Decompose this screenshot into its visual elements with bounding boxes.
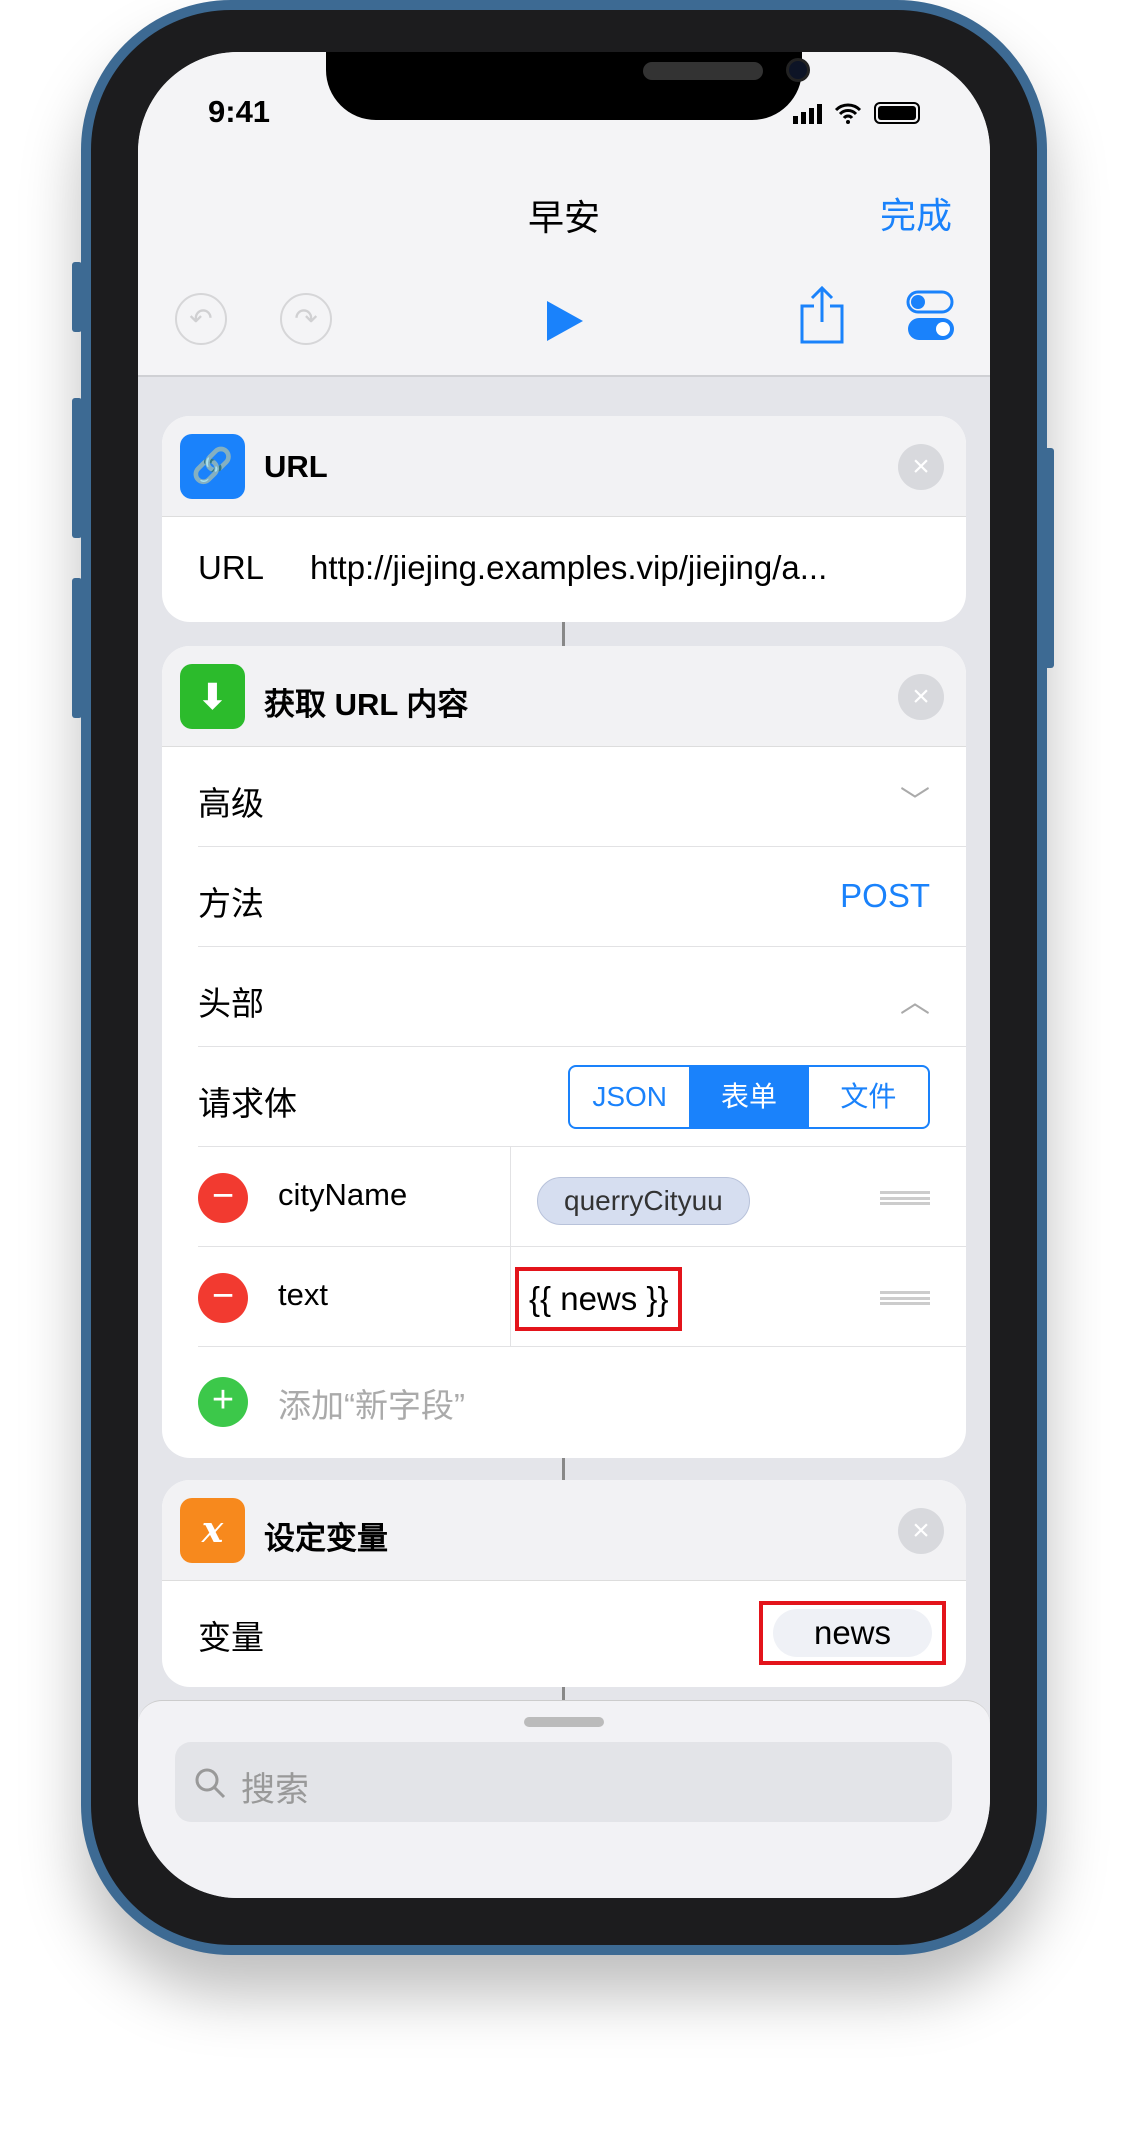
action-title: URL bbox=[264, 449, 328, 484]
download-icon: ⬇ bbox=[180, 664, 245, 729]
action-url[interactable]: 🔗 URL × URL http://jiejing.examples.vip/… bbox=[162, 416, 966, 622]
action-header: x 设定变量 × bbox=[162, 1480, 966, 1581]
method-row[interactable]: 方法 POST bbox=[198, 847, 966, 947]
advanced-label: 高级 bbox=[198, 785, 264, 822]
request-body-row: 请求体 JSON 表单 文件 bbox=[198, 1047, 966, 1147]
action-title: 设定变量 bbox=[264, 1521, 388, 1556]
body-type-segmented-control[interactable]: JSON 表单 文件 bbox=[568, 1065, 930, 1129]
search-placeholder: 搜索 bbox=[241, 1771, 309, 1809]
segment-json[interactable]: JSON bbox=[570, 1067, 689, 1127]
variable-token[interactable]: querryCityuu bbox=[537, 1177, 750, 1225]
done-button[interactable]: 完成 bbox=[880, 187, 952, 239]
screen: 9:41 早安 完成 ↶ ↷ 🔗 URL × URL http://jiejin… bbox=[138, 52, 990, 1898]
undo-icon[interactable]: ↶ bbox=[175, 293, 227, 345]
action-set-variable[interactable]: x 设定变量 × 变量 news bbox=[162, 1480, 966, 1687]
share-icon[interactable] bbox=[798, 284, 846, 346]
request-body-label: 请求体 bbox=[198, 1085, 297, 1122]
remove-field-icon[interactable]: − bbox=[198, 1273, 248, 1323]
add-field-icon[interactable]: + bbox=[198, 1377, 248, 1427]
method-value[interactable]: POST bbox=[840, 877, 930, 915]
remove-field-icon[interactable]: − bbox=[198, 1173, 248, 1223]
field-key[interactable]: text bbox=[278, 1277, 328, 1313]
connector bbox=[562, 622, 565, 648]
close-icon[interactable]: × bbox=[898, 1508, 944, 1554]
sheet-handle[interactable] bbox=[524, 1717, 604, 1727]
field-key[interactable]: cityName bbox=[278, 1177, 407, 1213]
segment-file[interactable]: 文件 bbox=[809, 1067, 928, 1127]
add-field-row[interactable]: + 添加“新字段” bbox=[198, 1347, 966, 1447]
status-time: 9:41 bbox=[208, 94, 271, 129]
variable-name[interactable]: news bbox=[773, 1609, 932, 1657]
add-field-label[interactable]: 添加“新字段” bbox=[278, 1379, 465, 1427]
field-row: − text {{ news }} bbox=[198, 1247, 966, 1347]
chevron-up-icon: ︿ bbox=[900, 986, 930, 1019]
speaker bbox=[643, 62, 763, 80]
chevron-down-icon: ﹀ bbox=[900, 786, 930, 819]
advanced-row[interactable]: 高级 ﹀ bbox=[198, 747, 966, 847]
search-bar[interactable]: 搜索 bbox=[175, 1742, 952, 1822]
actions-sheet: 搜索 bbox=[138, 1700, 990, 1898]
headers-row[interactable]: 头部 ︿ bbox=[198, 947, 966, 1047]
volume-down-button bbox=[72, 578, 82, 718]
volume-up-button bbox=[72, 398, 82, 538]
field-value-highlighted[interactable]: {{ news }} bbox=[515, 1267, 683, 1331]
close-icon[interactable]: × bbox=[898, 444, 944, 490]
variable-name-highlight[interactable]: news bbox=[759, 1601, 946, 1665]
method-label: 方法 bbox=[198, 885, 264, 922]
url-label: URL bbox=[198, 549, 265, 586]
toggles-icon[interactable] bbox=[906, 290, 956, 342]
drag-handle-icon[interactable] bbox=[880, 1191, 930, 1205]
url-value[interactable]: http://jiejing.examples.vip/jiejing/a... bbox=[310, 549, 827, 587]
connector bbox=[562, 1458, 565, 1482]
link-icon: 🔗 bbox=[180, 434, 245, 499]
action-header: 🔗 URL × bbox=[162, 416, 966, 517]
action-header: ⬇ 获取 URL 内容 × bbox=[162, 646, 966, 747]
wifi-icon bbox=[834, 103, 862, 124]
url-row[interactable]: URL http://jiejing.examples.vip/jiejing/… bbox=[162, 517, 966, 622]
segment-form[interactable]: 表单 bbox=[689, 1067, 809, 1127]
camera bbox=[786, 58, 810, 82]
notch bbox=[326, 52, 810, 120]
variable-icon: x bbox=[180, 1498, 245, 1563]
action-get-url-contents[interactable]: ⬇ 获取 URL 内容 × 高级 ﹀ 方法 POST 头部 ︿ 请求体 JSON 表单… bbox=[162, 646, 966, 1458]
status-icons bbox=[793, 102, 920, 124]
battery-icon bbox=[874, 102, 920, 124]
page-title: 早安 bbox=[527, 197, 600, 238]
variable-label: 变量 bbox=[198, 1619, 264, 1656]
signal-icon bbox=[793, 104, 822, 124]
field-row: − cityName querryCityuu bbox=[198, 1147, 966, 1247]
headers-label: 头部 bbox=[198, 985, 264, 1022]
redo-icon[interactable]: ↷ bbox=[280, 293, 332, 345]
search-icon bbox=[195, 1768, 226, 1799]
variable-row: 变量 news bbox=[162, 1581, 966, 1686]
action-title: 获取 URL 内容 bbox=[264, 687, 469, 722]
close-icon[interactable]: × bbox=[898, 674, 944, 720]
drag-handle-icon[interactable] bbox=[880, 1291, 930, 1305]
mute-switch bbox=[72, 262, 82, 332]
play-icon[interactable] bbox=[543, 297, 587, 345]
power-button bbox=[1044, 448, 1054, 668]
